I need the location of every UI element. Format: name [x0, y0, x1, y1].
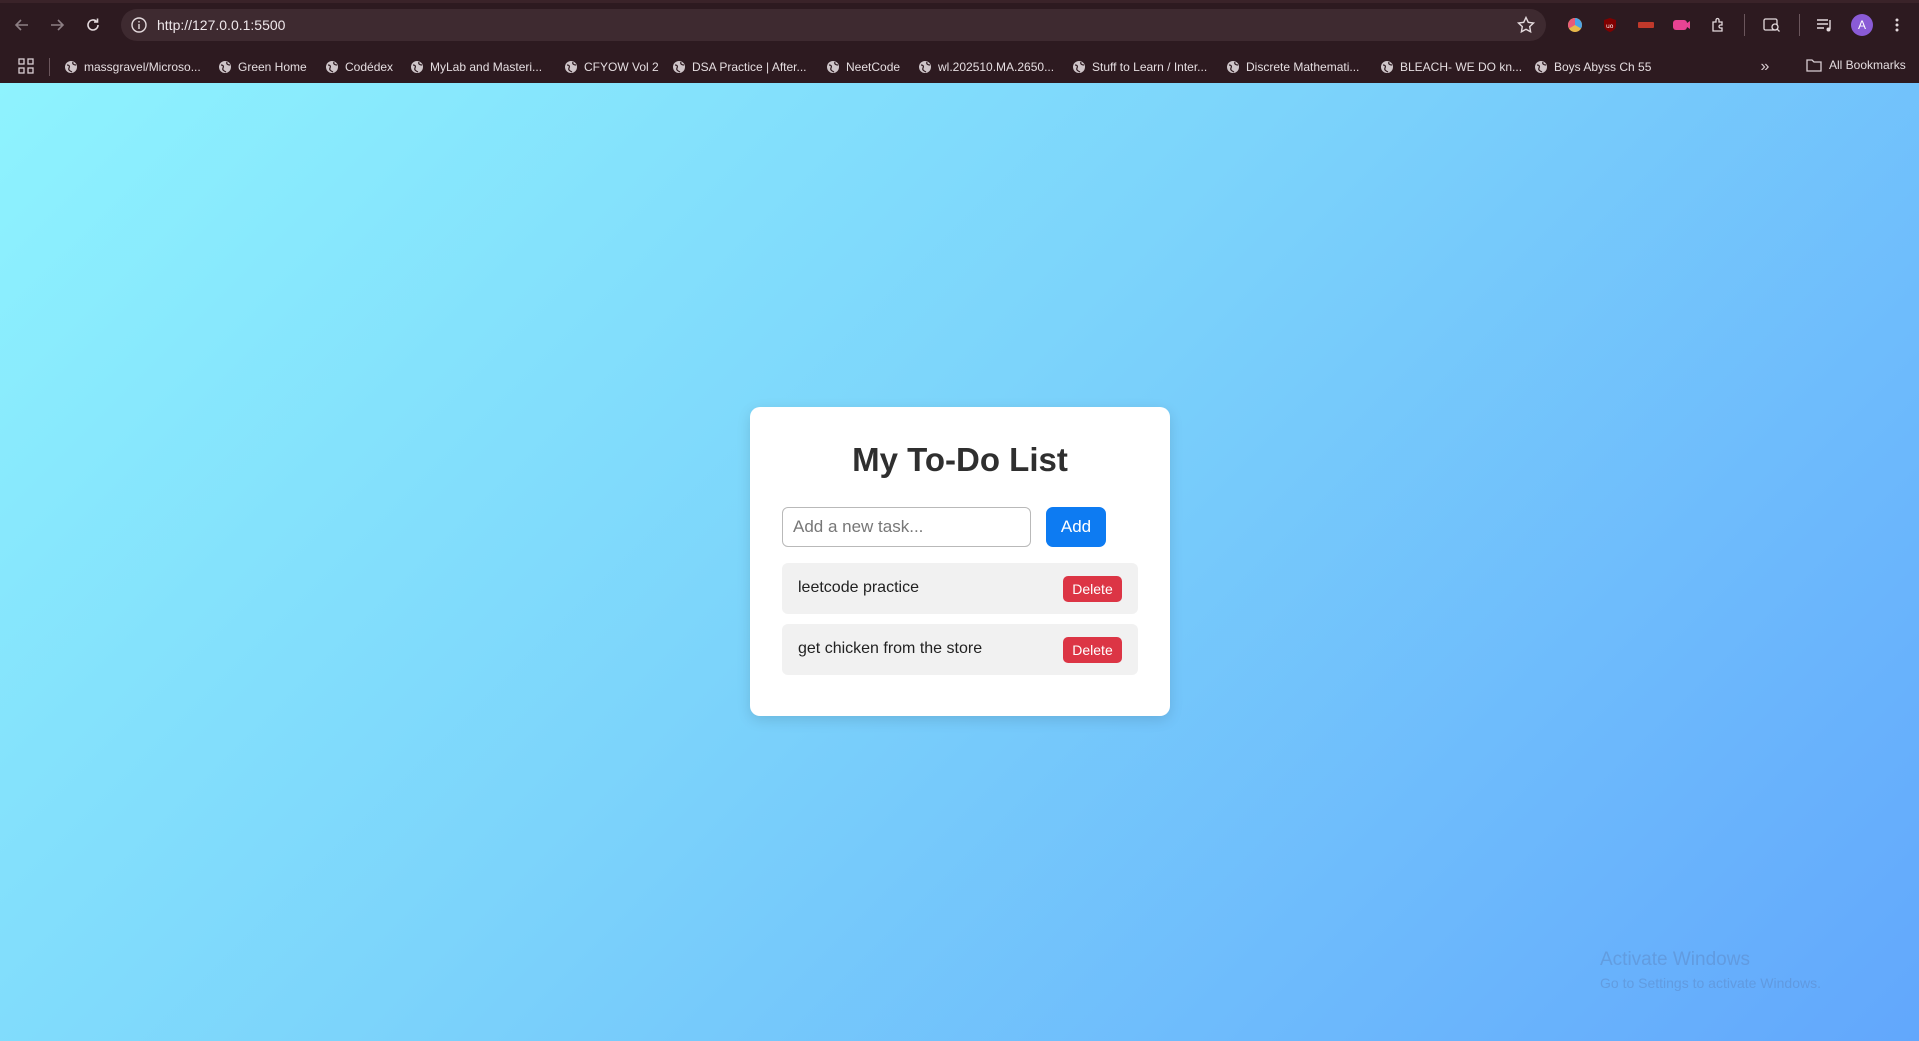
globe-icon: [326, 61, 338, 73]
globe-icon: [1073, 61, 1085, 73]
bookmark-item[interactable]: MyLab and Masteri...: [410, 58, 542, 76]
bookmark-item[interactable]: DSA Practice | After...: [672, 58, 807, 76]
all-bookmarks-label: All Bookmarks: [1829, 58, 1906, 72]
bookmark-item[interactable]: NeetCode: [826, 58, 900, 76]
back-button[interactable]: [8, 11, 36, 39]
forward-button[interactable]: [43, 11, 71, 39]
todo-card: My To-Do List Add leetcode practice Dele…: [750, 407, 1170, 716]
watermark-title: Activate Windows: [1600, 949, 1750, 970]
bookmark-item[interactable]: Stuff to Learn / Inter...: [1072, 58, 1207, 76]
bookmark-item[interactable]: Discrete Mathemati...: [1226, 58, 1359, 76]
bookmark-label: massgravel/Microso...: [84, 60, 201, 74]
apps-grid-icon[interactable]: [16, 56, 36, 76]
all-bookmarks-button[interactable]: All Bookmarks: [1806, 58, 1906, 72]
reload-icon: [87, 18, 99, 31]
extension-red-icon[interactable]: [1636, 15, 1656, 35]
toolbar-separator: [1744, 14, 1745, 36]
arrow-right-icon: [51, 19, 65, 31]
globe-icon: [827, 61, 839, 73]
delete-task-button[interactable]: Delete: [1063, 576, 1122, 602]
bookmark-item[interactable]: Boys Abyss Ch 55: [1534, 58, 1651, 76]
globe-icon: [919, 61, 931, 73]
tab-search-icon[interactable]: [1762, 15, 1782, 35]
watermark-subtitle: Go to Settings to activate Windows.: [1600, 975, 1821, 991]
bookmark-label: NeetCode: [846, 60, 901, 74]
browser-toolbar: http://127.0.0.1:5500 uo A: [0, 0, 1919, 50]
globe-icon: [1535, 61, 1547, 73]
bookmark-star-icon[interactable]: [1516, 15, 1536, 35]
bookmark-item[interactable]: Codédex: [325, 58, 393, 76]
bookmark-label: DSA Practice | After...: [692, 60, 807, 74]
folder-icon: [1806, 59, 1822, 72]
more-bookmarks-icon[interactable]: »: [1756, 58, 1774, 76]
svg-text:uo: uo: [1606, 23, 1614, 30]
extension-color-icon[interactable]: [1565, 15, 1585, 35]
bookmark-label: Stuff to Learn / Inter...: [1092, 60, 1208, 74]
globe-icon: [673, 61, 685, 73]
globe-icon: [219, 61, 231, 73]
globe-icon: [411, 61, 423, 73]
bookmark-label: CFYOW Vol 2: [584, 60, 659, 74]
bookmark-item[interactable]: Green Home: [218, 58, 307, 76]
reload-button[interactable]: [79, 11, 107, 39]
bookmark-label: BLEACH- WE DO kn...: [1400, 60, 1523, 74]
bookmark-label: MyLab and Masteri...: [430, 60, 543, 74]
tab-strip-edge: [0, 0, 1919, 3]
task-text: get chicken from the store: [798, 640, 983, 657]
bookmark-item[interactable]: BLEACH- WE DO kn...: [1380, 58, 1522, 76]
globe-icon: [65, 61, 77, 73]
globe-icon: [1227, 61, 1239, 73]
profile-avatar[interactable]: A: [1851, 14, 1873, 36]
activate-windows-watermark: Activate Windows Go to Settings to activ…: [1600, 949, 1821, 991]
delete-task-button[interactable]: Delete: [1063, 637, 1122, 663]
page-viewport: My To-Do List Add leetcode practice Dele…: [0, 83, 1919, 1041]
ublock-icon[interactable]: uo: [1600, 15, 1620, 35]
kebab-menu-icon[interactable]: [1887, 15, 1907, 35]
page-title: My To-Do List: [852, 441, 1068, 478]
url-text: http://127.0.0.1:5500: [157, 17, 286, 33]
task-text: leetcode practice: [798, 579, 919, 596]
globe-icon: [1381, 61, 1393, 73]
new-task-input[interactable]: [782, 507, 1031, 547]
bookmark-label: wl.202510.MA.2650...: [938, 60, 1055, 74]
address-bar[interactable]: http://127.0.0.1:5500: [121, 9, 1546, 41]
site-info-icon[interactable]: [130, 16, 148, 34]
task-item: leetcode practice Delete: [782, 563, 1138, 614]
bookmark-label: Green Home: [238, 60, 307, 74]
bookmarks-separator: [49, 58, 50, 76]
bookmark-label: Codédex: [345, 60, 394, 74]
bookmark-item[interactable]: CFYOW Vol 2: [564, 58, 659, 76]
extension-pink-icon[interactable]: [1671, 15, 1691, 35]
task-item: get chicken from the store Delete: [782, 624, 1138, 675]
globe-icon: [565, 61, 577, 73]
toolbar-separator: [1799, 14, 1800, 36]
task-list: leetcode practice Delete get chicken fro…: [782, 563, 1138, 685]
bookmark-label: Discrete Mathemati...: [1246, 60, 1360, 74]
arrow-left-icon: [14, 19, 28, 31]
bookmarks-bar: massgravel/Microso... Green Home Codédex…: [0, 50, 1919, 83]
bookmark-label: Boys Abyss Ch 55: [1554, 60, 1652, 74]
bookmark-item[interactable]: wl.202510.MA.2650...: [918, 58, 1054, 76]
bookmark-item[interactable]: massgravel/Microso...: [64, 58, 201, 76]
add-task-button[interactable]: Add: [1046, 507, 1106, 547]
media-control-icon[interactable]: [1815, 15, 1835, 35]
extensions-puzzle-icon[interactable]: [1708, 15, 1728, 35]
